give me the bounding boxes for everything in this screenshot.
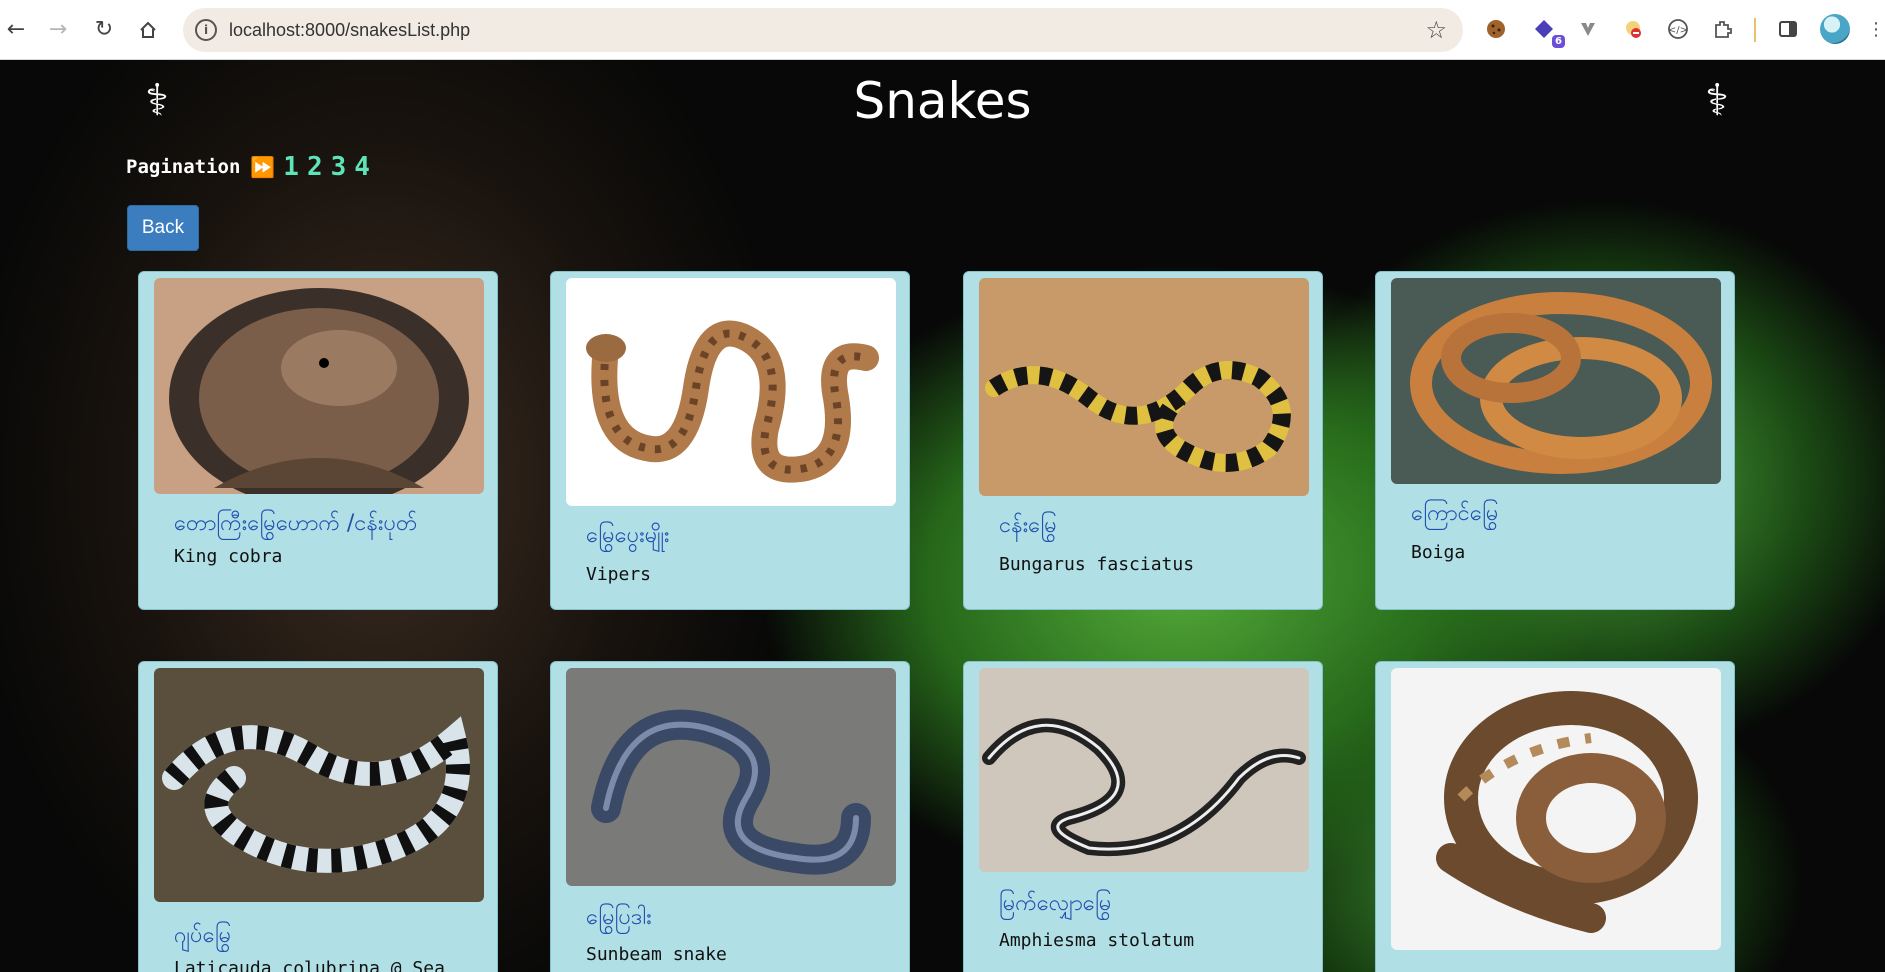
- page-link-1[interactable]: 1: [283, 152, 299, 182]
- back-button[interactable]: Back: [127, 205, 199, 251]
- browser-toolbar: ← → ↻ i localhost:8000/snakesList.php ☆ …: [0, 0, 1885, 60]
- toolbar-divider: [1754, 18, 1756, 42]
- pagination: Pagination ⏩ 1 2 3 4: [126, 152, 370, 182]
- code-icon[interactable]: </>: [1665, 16, 1691, 42]
- site-info-icon[interactable]: i: [195, 19, 217, 41]
- snake-card[interactable]: [1375, 661, 1735, 972]
- snake-name-burmese: တောကြီးမြွေဟောက် /ငန်းပုတ်: [174, 511, 418, 536]
- page-link-3[interactable]: 3: [331, 152, 347, 182]
- snake-name-english: Boiga: [1411, 542, 1466, 563]
- url-text: localhost:8000/snakesList.php: [229, 20, 471, 40]
- home-icon[interactable]: [132, 14, 164, 46]
- snake-name-burmese: မြက်လျှောမြွေ: [999, 891, 1112, 916]
- snake-name-burmese: မြွေပြဒါး: [586, 905, 652, 930]
- snake-name-english: King cobra: [174, 546, 283, 567]
- snake-card[interactable]: ဂျပ်မြွေ Laticauda colubrina @ Sea: [138, 661, 498, 972]
- sunbeam-snake-image: [566, 668, 896, 886]
- king-cobra-image: [154, 278, 484, 494]
- keelback-image: [979, 668, 1309, 872]
- cookie-icon[interactable]: [1483, 16, 1509, 42]
- snake-name-english: Sunbeam snake: [586, 944, 727, 965]
- snake-name-english: Amphiesma stolatum: [999, 930, 1195, 951]
- snake-card[interactable]: ကြောင်မြွေ Boiga: [1375, 271, 1735, 610]
- extensions-icon[interactable]: [1710, 16, 1736, 42]
- extension-badge: 6: [1552, 35, 1565, 48]
- page-title: Snakes: [853, 72, 1032, 130]
- reload-icon[interactable]: ↻: [88, 14, 120, 46]
- pagination-label: Pagination: [126, 156, 241, 178]
- snake-card[interactable]: တောကြီးမြွေဟောက် /ငန်းပုတ် King cobra: [138, 271, 498, 610]
- snake-name-burmese: မြွေပွေးမျိုး: [586, 523, 670, 548]
- page-content: ⚕ ⚕ Snakes Pagination ⏩ 1 2 3 4 Back တော…: [0, 60, 1885, 972]
- profile-avatar[interactable]: [1820, 14, 1850, 44]
- page-link-2[interactable]: 2: [307, 152, 323, 182]
- svg-text:</>: </>: [1668, 25, 1688, 36]
- snake-card[interactable]: မြက်လျှောမြွေ Amphiesma stolatum: [963, 661, 1323, 972]
- forward-arrow-icon[interactable]: →: [42, 14, 74, 46]
- snake-name-english: Vipers: [586, 564, 652, 585]
- fast-forward-icon: ⏩: [250, 155, 276, 179]
- snake-name-english: Laticauda colubrina @ Sea: [174, 958, 445, 972]
- snake-name-burmese: ငန်းမြွေ: [999, 513, 1057, 538]
- bookmark-star-icon[interactable]: ☆: [1425, 16, 1447, 44]
- viper-image: [566, 278, 896, 506]
- vee-icon[interactable]: [1575, 16, 1601, 42]
- back-arrow-icon[interactable]: ←: [0, 14, 32, 46]
- puzzle-badge-icon[interactable]: 6: [1531, 16, 1565, 48]
- address-bar[interactable]: i localhost:8000/snakesList.php ☆: [183, 8, 1463, 52]
- snake-name-english: Bungarus fasciatus: [999, 554, 1195, 575]
- banded-krait-image: [979, 278, 1309, 496]
- snake-card[interactable]: မြွေပြဒါး Sunbeam snake: [550, 661, 910, 972]
- snake-name-burmese: ကြောင်မြွေ: [1411, 501, 1499, 526]
- snake-card[interactable]: မြွေပွေးမျိုး Vipers: [550, 271, 910, 610]
- page-link-4[interactable]: 4: [354, 152, 370, 182]
- shield-icon[interactable]: [1620, 16, 1646, 42]
- python-image: [1391, 668, 1721, 950]
- boiga-image: [1391, 278, 1721, 484]
- sea-krait-image: [154, 668, 484, 902]
- snake-name-burmese: ဂျပ်မြွေ: [174, 923, 232, 948]
- side-panel-icon[interactable]: [1775, 16, 1801, 42]
- snake-card[interactable]: ငန်းမြွေ Bungarus fasciatus: [963, 271, 1323, 610]
- menu-dots-icon[interactable]: ⋮: [1863, 16, 1885, 42]
